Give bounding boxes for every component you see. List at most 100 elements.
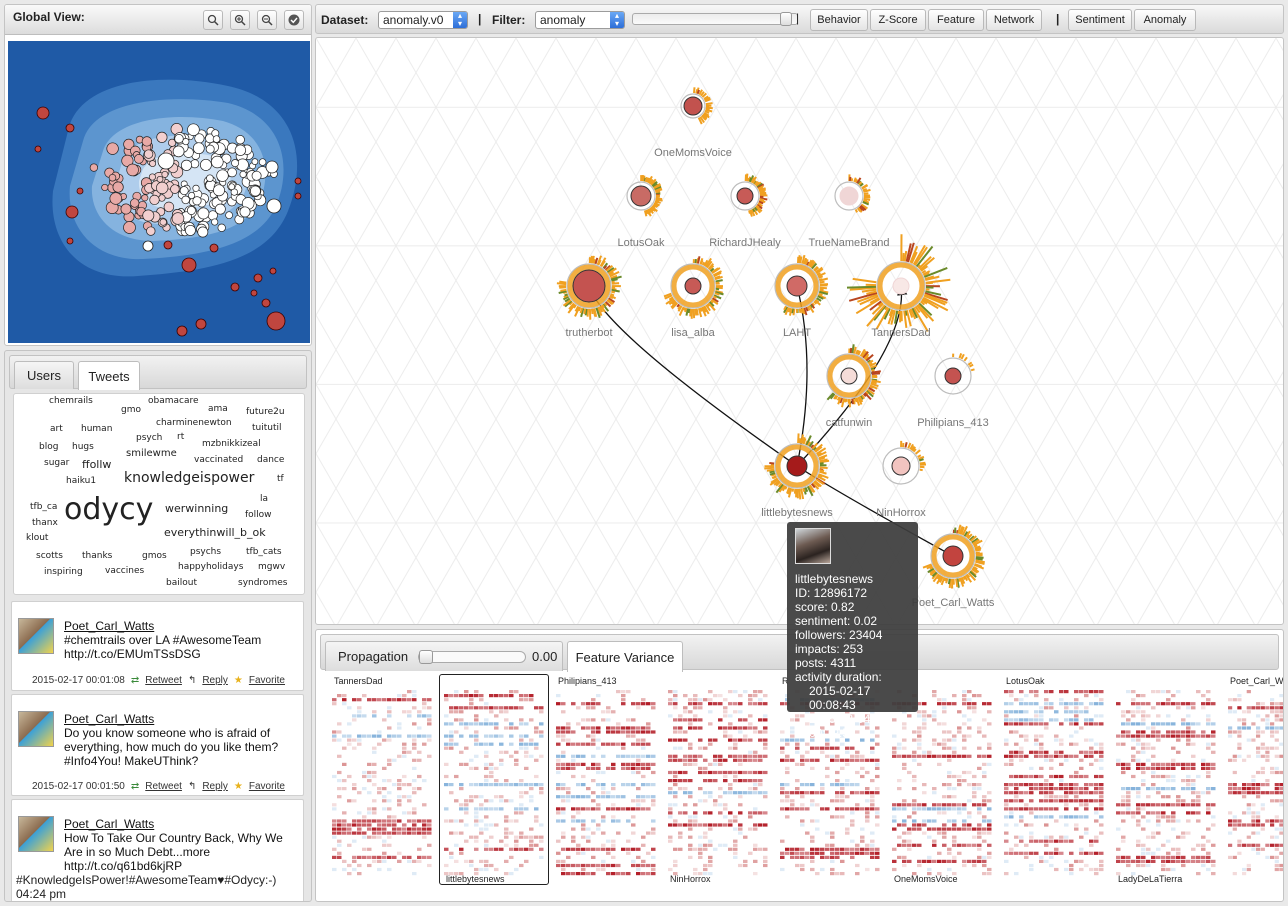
tweet-user-link[interactable]: Poet_Carl_Watts xyxy=(64,712,154,726)
node-score-circle[interactable] xyxy=(736,187,754,205)
user-dot[interactable] xyxy=(106,142,119,155)
user-dot[interactable] xyxy=(142,240,154,252)
tab-users[interactable]: Users xyxy=(14,361,74,389)
user-dot[interactable] xyxy=(148,173,156,181)
word-cloud-term[interactable]: gmo xyxy=(121,405,141,415)
node-score-circle[interactable] xyxy=(683,96,703,116)
word-cloud-term[interactable]: tfb_ca xyxy=(30,502,57,512)
word-cloud-term[interactable]: rt xyxy=(177,432,184,442)
user-dot[interactable] xyxy=(199,158,212,171)
user-dot[interactable] xyxy=(130,198,140,208)
user-dot[interactable] xyxy=(184,224,196,236)
avatar[interactable] xyxy=(18,618,54,654)
user-dot[interactable] xyxy=(205,144,215,154)
user-dot[interactable] xyxy=(76,187,84,195)
avatar[interactable] xyxy=(18,711,54,747)
selected-heatmap-frame[interactable] xyxy=(439,674,549,885)
user-dot[interactable] xyxy=(197,226,209,238)
user-dot[interactable] xyxy=(141,136,153,147)
user-dot[interactable] xyxy=(34,145,42,153)
user-dot[interactable] xyxy=(294,192,302,200)
word-cloud-term[interactable]: thanks xyxy=(82,551,112,561)
word-cloud-term[interactable]: scotts xyxy=(36,551,63,561)
user-dot[interactable] xyxy=(239,206,251,218)
word-cloud-term[interactable]: chemrails xyxy=(49,396,93,406)
user-dot[interactable] xyxy=(239,170,247,178)
word-cloud-term[interactable]: hugs xyxy=(72,442,94,452)
user-dot[interactable] xyxy=(159,218,167,226)
word-cloud-term[interactable]: klout xyxy=(26,533,48,543)
word-cloud-term[interactable]: smilewme xyxy=(126,448,177,459)
user-dot[interactable] xyxy=(186,206,196,215)
user-dot[interactable] xyxy=(211,155,224,169)
user-dot[interactable] xyxy=(206,174,214,182)
word-cloud-term[interactable]: la xyxy=(260,494,268,504)
word-cloud-term[interactable]: bailout xyxy=(166,578,197,588)
user-dot[interactable] xyxy=(269,267,277,275)
word-cloud-term[interactable]: obamacare xyxy=(148,396,199,406)
word-cloud-term[interactable]: psychs xyxy=(190,547,221,557)
user-dot[interactable] xyxy=(65,205,79,219)
retweet-link[interactable]: Retweet xyxy=(145,675,182,686)
user-dot[interactable] xyxy=(149,194,160,206)
user-dot[interactable] xyxy=(157,152,175,170)
feature-heatmap[interactable] xyxy=(1004,690,1104,876)
user-dot[interactable] xyxy=(108,173,117,182)
threshold-slider[interactable] xyxy=(632,12,798,26)
user-dot[interactable] xyxy=(213,184,225,197)
user-dot[interactable] xyxy=(180,159,193,171)
word-cloud-term[interactable]: odycy xyxy=(64,492,153,527)
user-dot[interactable] xyxy=(36,106,50,120)
user-dot[interactable] xyxy=(235,135,245,145)
user-dot[interactable] xyxy=(141,194,149,202)
word-cloud-term[interactable]: follow xyxy=(245,510,272,520)
view-button-network[interactable]: Network xyxy=(986,9,1042,31)
word-cloud-term[interactable]: ffollw xyxy=(82,458,111,471)
user-dot[interactable] xyxy=(251,170,262,181)
word-cloud-term[interactable]: knowledgeispower xyxy=(124,470,254,486)
user-dot[interactable] xyxy=(143,149,154,159)
zoom-fit-icon[interactable] xyxy=(230,10,250,30)
user-dot[interactable] xyxy=(192,196,202,206)
user-dot[interactable] xyxy=(253,273,263,283)
node-score-circle[interactable] xyxy=(572,269,606,303)
word-cloud-term[interactable]: syndromes xyxy=(238,578,287,588)
user-dot[interactable] xyxy=(192,184,200,192)
word-cloud-term[interactable]: blog xyxy=(39,442,58,452)
user-dot[interactable] xyxy=(156,175,164,183)
filter-select[interactable]: anomaly ▴ ▾ xyxy=(535,11,625,29)
word-cloud-term[interactable]: art xyxy=(50,424,63,434)
word-cloud-term[interactable]: tf xyxy=(277,474,284,484)
user-dot[interactable] xyxy=(266,311,286,331)
node-score-circle[interactable] xyxy=(630,185,652,207)
node-score-circle[interactable] xyxy=(840,367,858,385)
view-button-feature[interactable]: Feature xyxy=(928,9,984,31)
threshold-slider-handle[interactable] xyxy=(780,12,793,26)
user-dot[interactable] xyxy=(216,169,229,182)
user-dot[interactable] xyxy=(197,207,210,220)
reply-link[interactable]: Reply xyxy=(202,675,228,686)
user-dot[interactable] xyxy=(227,167,237,178)
node-score-circle[interactable] xyxy=(891,456,911,476)
user-dot[interactable] xyxy=(261,298,271,308)
user-dot[interactable] xyxy=(170,184,180,194)
user-dot[interactable] xyxy=(156,181,169,195)
user-dot[interactable] xyxy=(211,218,219,226)
user-dot[interactable] xyxy=(109,192,123,205)
user-dot[interactable] xyxy=(265,160,279,174)
word-cloud-term[interactable]: charminenewton xyxy=(156,418,232,428)
user-dot[interactable] xyxy=(146,226,156,236)
feature-heatmap[interactable] xyxy=(556,690,656,876)
user-dot[interactable] xyxy=(101,183,109,192)
word-cloud-term[interactable]: future2u xyxy=(246,407,285,417)
user-dot[interactable] xyxy=(250,289,258,297)
user-dot[interactable] xyxy=(142,209,155,222)
retweet-link[interactable]: Retweet xyxy=(145,781,182,792)
user-dot[interactable] xyxy=(149,160,157,168)
user-dot[interactable] xyxy=(120,203,132,215)
word-cloud-term[interactable]: human xyxy=(81,424,112,434)
word-cloud-term[interactable]: psych xyxy=(136,433,162,443)
user-dot[interactable] xyxy=(249,185,261,197)
favorite-link[interactable]: Favorite xyxy=(249,781,285,792)
tweet-user-link[interactable]: Poet_Carl_Watts xyxy=(64,817,154,831)
